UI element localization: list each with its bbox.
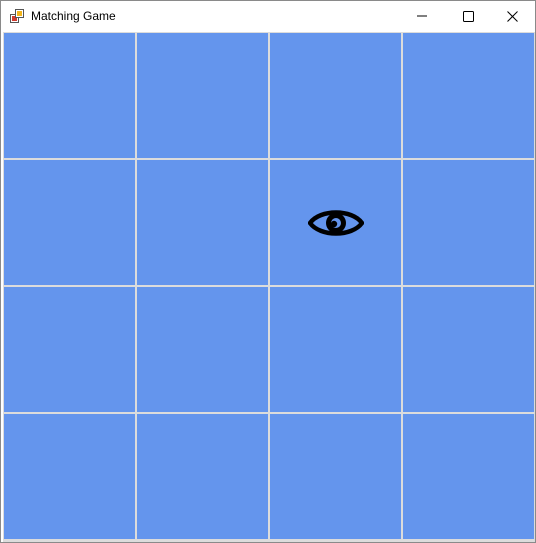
- tile-r3-c3[interactable]: [270, 287, 401, 412]
- app-window: Matching Game: [0, 0, 536, 543]
- tile-r3-c4[interactable]: [403, 287, 534, 412]
- close-button[interactable]: [489, 1, 535, 31]
- tile-r2-c1[interactable]: [4, 160, 135, 285]
- tile-r1-c1[interactable]: [4, 33, 135, 158]
- window-title: Matching Game: [31, 9, 116, 23]
- tile-r4-c4[interactable]: [403, 414, 534, 539]
- game-board: [3, 32, 535, 542]
- tile-r4-c1[interactable]: [4, 414, 135, 539]
- close-icon: [506, 10, 518, 22]
- tile-r2-c2[interactable]: [137, 160, 268, 285]
- tile-r1-c3[interactable]: [270, 33, 401, 158]
- app-icon[interactable]: [10, 9, 24, 23]
- maximize-icon: [462, 10, 474, 22]
- minimize-icon: [417, 15, 427, 17]
- maximize-button[interactable]: [445, 1, 491, 31]
- minimize-button[interactable]: [399, 1, 445, 31]
- tile-r4-c3[interactable]: [270, 414, 401, 539]
- title-bar[interactable]: Matching Game: [1, 1, 535, 31]
- tile-r2-c3[interactable]: [270, 160, 401, 285]
- eye-icon: [307, 209, 364, 236]
- tile-r4-c2[interactable]: [137, 414, 268, 539]
- tile-r2-c4[interactable]: [403, 160, 534, 285]
- tile-r1-c4[interactable]: [403, 33, 534, 158]
- tile-r3-c2[interactable]: [137, 287, 268, 412]
- tile-r1-c2[interactable]: [137, 33, 268, 158]
- tile-r3-c1[interactable]: [4, 287, 135, 412]
